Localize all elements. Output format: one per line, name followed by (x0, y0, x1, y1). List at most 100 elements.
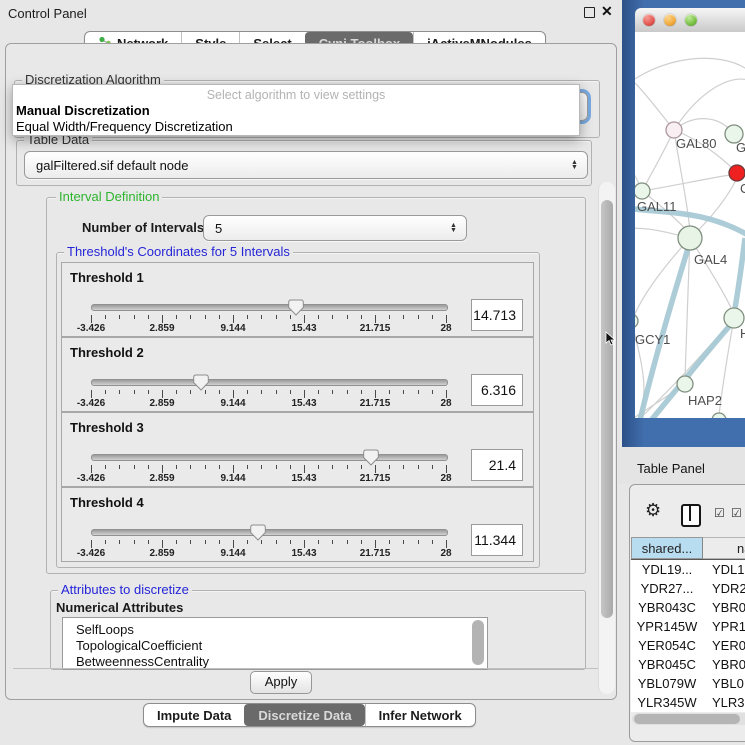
scale-label: 21.715 (360, 398, 391, 409)
network-edge[interactable] (642, 175, 730, 191)
combo-spinner-icon: ▲▼ (448, 223, 459, 233)
popup-item-equal-width-frequency[interactable]: Equal Width/Frequency Discretization (16, 119, 233, 134)
network-canvas[interactable]: GAL80GACGAL11GAL4GCY1HHAP2 (635, 32, 745, 418)
network-node-label: H (740, 326, 745, 341)
cell-shared-name: YLR345W (631, 693, 703, 712)
slider-track[interactable] (91, 379, 448, 386)
cell-name: YBR0 (712, 655, 745, 674)
viewport-divider (13, 668, 613, 669)
number-of-intervals-combobox[interactable]: 5 ▲▼ (203, 215, 467, 241)
panel-scrollbar-track[interactable] (598, 182, 615, 694)
column-header-name[interactable]: na (703, 537, 745, 559)
slider-track[interactable] (91, 529, 448, 536)
scale-label: 28 (440, 398, 451, 409)
bottom-tab-bar: Impute DataDiscretize DataInfer Network (143, 703, 476, 727)
tab-discretize-data[interactable]: Discretize Data (244, 704, 364, 726)
zoom-traffic-light[interactable] (685, 14, 697, 26)
tab-infer-network[interactable]: Infer Network (365, 704, 475, 726)
slider-thumb[interactable] (363, 449, 379, 466)
table-row[interactable]: YDL19...YDL1 (631, 560, 745, 579)
numerical-attributes-label: Numerical Attributes (56, 600, 183, 615)
table-row[interactable]: YBR045CYBR0 (631, 655, 745, 674)
attributes-group-title: Attributes to discretize (58, 583, 192, 596)
scale-label: 15.43 (291, 323, 316, 334)
network-node-label: GCY1 (635, 332, 670, 347)
slider-thumb[interactable] (193, 374, 209, 391)
network-edge-thick[interactable] (734, 238, 745, 314)
table-row[interactable]: YDR27...YDR2 (631, 579, 745, 598)
network-node-label: GAL11 (637, 199, 677, 214)
slider-ticks (91, 315, 447, 324)
gear-icon[interactable]: ⚙ (645, 500, 661, 521)
scale-label: 21.715 (360, 548, 391, 559)
network-node-GCY1[interactable] (635, 314, 638, 328)
network-window-titlebar[interactable] (635, 8, 745, 33)
close-traffic-light[interactable] (643, 14, 655, 26)
network-node-GAL11[interactable] (635, 183, 650, 199)
app-root: Control Panel ✕ NetworkStyleSelectCyni T… (0, 0, 745, 745)
table-data-combobox[interactable]: galFiltered.sif default node ▲▼ (24, 151, 588, 179)
minimize-traffic-light[interactable] (664, 14, 676, 26)
attributes-scrollbar[interactable] (472, 620, 484, 665)
scale-label: -3.426 (77, 548, 105, 559)
network-edge[interactable] (635, 228, 682, 236)
network-edge[interactable] (635, 58, 745, 90)
split-columns-icon[interactable] (681, 504, 701, 527)
table-row[interactable]: YLR345WYLR3 (631, 693, 745, 712)
table-data-value: galFiltered.sif default node (25, 158, 569, 173)
table-row[interactable]: YBL079WYBL0 (631, 674, 745, 693)
control-panel-title: Control Panel (8, 6, 87, 21)
thresholds-group-title: Threshold's Coordinates for 5 Intervals (64, 245, 293, 258)
slider-thumb[interactable] (250, 524, 266, 541)
popup-hint: Select algorithm to view settings (13, 88, 579, 102)
checkbox-icon[interactable]: ☑ (731, 506, 742, 520)
table-hscrollbar-track[interactable] (632, 713, 745, 725)
checkbox-icon[interactable]: ☑ (714, 506, 725, 520)
network-node-node-bottom[interactable] (712, 413, 726, 418)
table-row[interactable]: YBR043CYBR0 (631, 598, 745, 617)
network-edge[interactable] (674, 79, 745, 130)
slider-track[interactable] (91, 304, 448, 311)
threshold-value-field[interactable]: 14.713 (471, 299, 523, 331)
table-body: YDL19...YDL1YDR27...YDR2YBR043CYBR0YPR14… (631, 560, 745, 712)
tab-impute-data[interactable]: Impute Data (144, 704, 244, 726)
network-edge[interactable] (635, 72, 674, 130)
slider-ticks (91, 390, 447, 399)
threshold-label: Threshold 4 (70, 495, 144, 510)
table-row[interactable]: YPR145WYPR1 (631, 617, 745, 636)
number-of-intervals-value: 5 (204, 221, 448, 236)
scale-label: 9.144 (220, 323, 245, 334)
network-node-node-red[interactable] (729, 165, 745, 181)
scale-label: 28 (440, 548, 451, 559)
threshold-panel-1: Threshold 1-3.4262.8599.14415.4321.71528… (61, 262, 534, 337)
cell-name: YDR2 (712, 579, 745, 598)
table-row[interactable]: YER054CYER0 (631, 636, 745, 655)
attribute-item[interactable]: TopologicalCoefficient (76, 638, 202, 654)
threshold-value-field[interactable]: 21.4 (471, 449, 523, 481)
network-node-node-H[interactable] (724, 308, 744, 328)
threshold-value-field[interactable]: 11.344 (471, 524, 523, 556)
network-node-GAL4[interactable] (678, 226, 702, 250)
network-edge[interactable] (644, 130, 674, 188)
popup-item-manual-discretization[interactable]: Manual Discretization (16, 103, 150, 118)
threshold-value-field[interactable]: 6.316 (471, 374, 523, 406)
network-edge[interactable] (635, 150, 640, 186)
column-header-shared-name[interactable]: shared... (631, 537, 703, 559)
attribute-item[interactable]: SelfLoops (76, 622, 134, 638)
scale-label: 2.859 (149, 398, 174, 409)
network-node-HAP2[interactable] (677, 376, 693, 392)
slider-thumb[interactable] (288, 299, 304, 316)
scale-label: -3.426 (77, 398, 105, 409)
slider-track[interactable] (91, 454, 448, 461)
interval-definition-title: Interval Definition (56, 190, 162, 203)
scale-label: 15.43 (291, 398, 316, 409)
cell-shared-name: YBL079W (631, 674, 703, 693)
float-window-icon[interactable] (584, 7, 595, 18)
close-icon[interactable]: ✕ (601, 3, 613, 20)
scale-label: -3.426 (77, 473, 105, 484)
table-hscrollbar-thumb[interactable] (634, 714, 740, 724)
apply-button[interactable]: Apply (250, 671, 312, 694)
threshold-label: Threshold 3 (70, 420, 144, 435)
numerical-attributes-list[interactable]: SelfLoopsTopologicalCoefficientBetweenne… (62, 617, 488, 670)
panel-scrollbar-thumb[interactable] (601, 200, 613, 618)
